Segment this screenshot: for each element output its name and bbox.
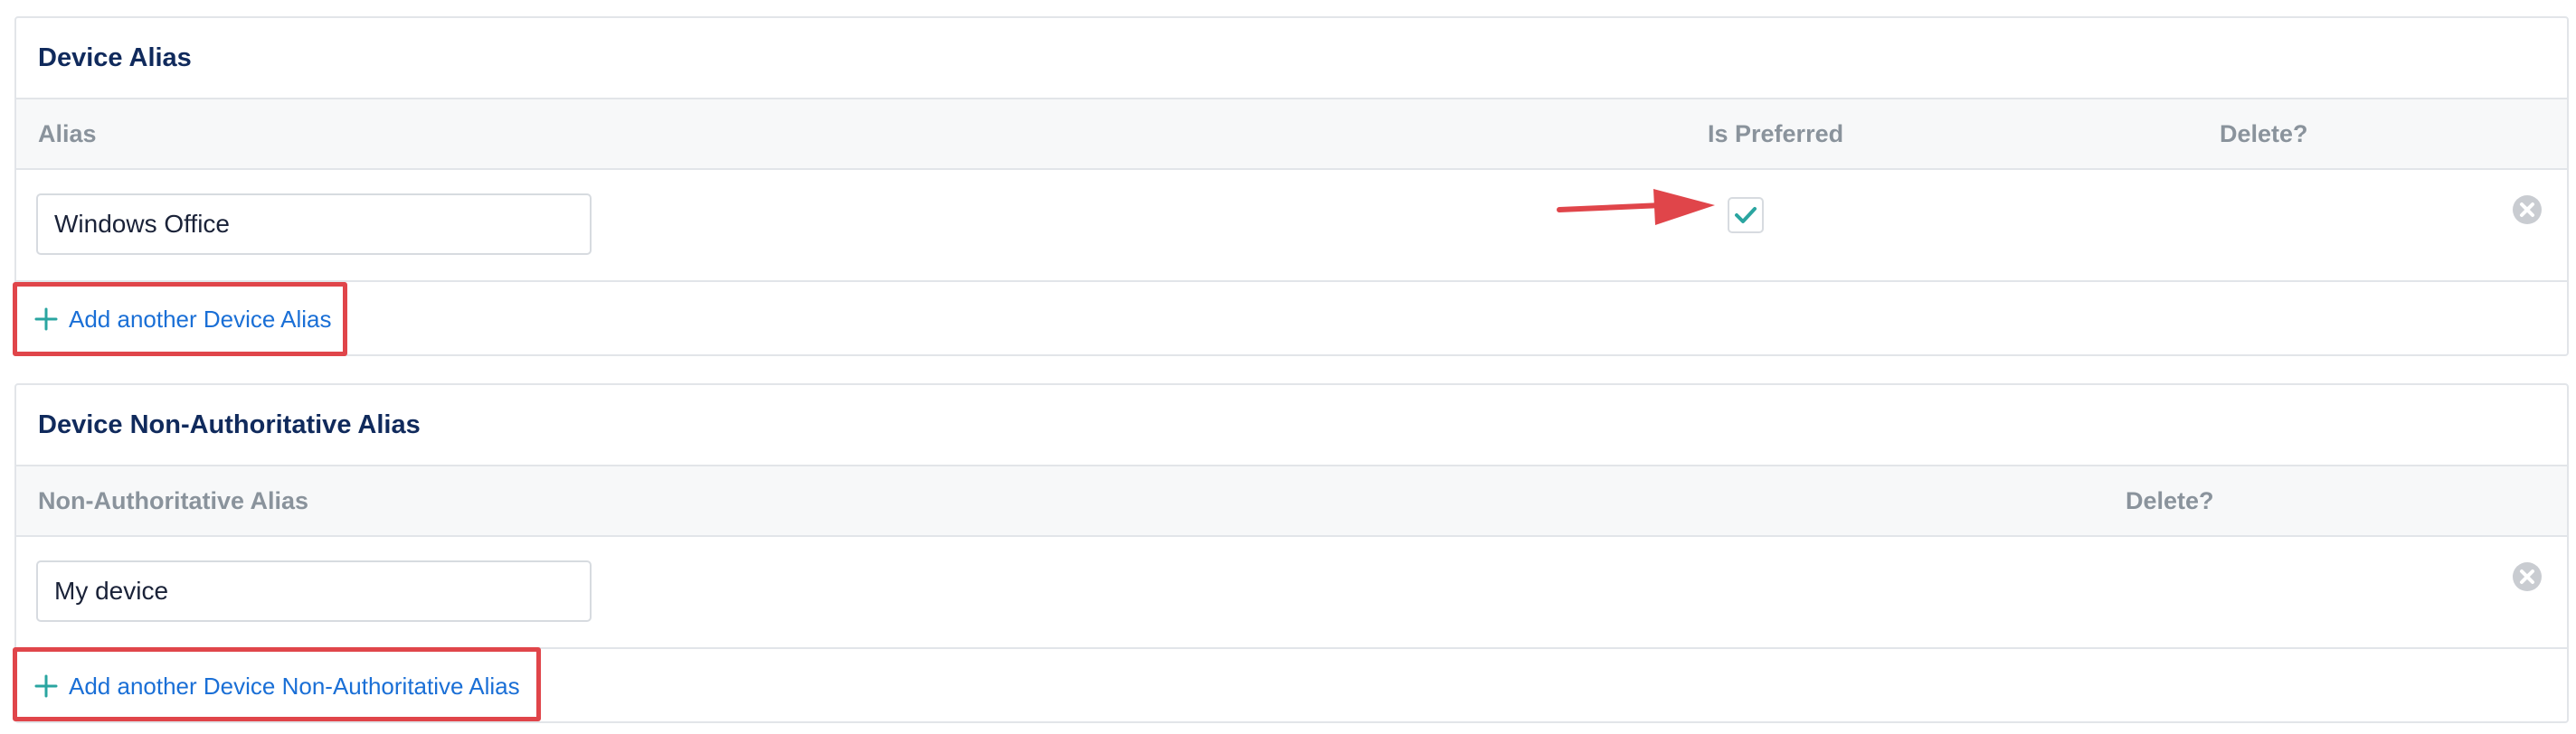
column-header-is-preferred: Is Preferred [1708, 120, 1844, 147]
device-alias-panel: Device Alias Alias Is Preferred Delete? … [14, 16, 2569, 356]
device-alias-title: Device Alias [38, 43, 192, 72]
table-row [16, 537, 2567, 649]
device-alias-table-header: Alias Is Preferred Delete? [16, 98, 2567, 170]
add-non-authoritative-alias-link[interactable]: Add another Device Non-Authoritative Ali… [16, 649, 520, 723]
plus-icon [34, 674, 58, 698]
delete-alias-button[interactable] [2511, 193, 2543, 226]
add-non-authoritative-alias-label: Add another Device Non-Authoritative Ali… [69, 672, 520, 700]
close-circle-icon [2513, 195, 2542, 224]
non-authoritative-alias-table-header: Non-Authoritative Alias Delete? [16, 465, 2567, 537]
checkmark-icon [1735, 207, 1757, 223]
close-circle-icon [2513, 562, 2542, 591]
column-header-delete: Delete? [2126, 487, 2214, 514]
plus-icon [34, 307, 58, 331]
non-authoritative-alias-input[interactable] [36, 560, 592, 622]
column-header-delete: Delete? [2220, 120, 2308, 147]
non-authoritative-alias-title: Device Non-Authoritative Alias [38, 410, 421, 439]
non-authoritative-alias-panel: Device Non-Authoritative Alias Non-Autho… [14, 383, 2569, 723]
add-device-alias-link[interactable]: Add another Device Alias [16, 282, 332, 356]
red-arrow-icon [1557, 189, 1715, 225]
alias-input[interactable] [36, 193, 592, 255]
column-header-non-authoritative-alias: Non-Authoritative Alias [38, 487, 309, 514]
delete-non-authoritative-alias-button[interactable] [2511, 560, 2543, 593]
add-device-alias-label: Add another Device Alias [69, 305, 332, 333]
column-header-alias: Alias [38, 120, 97, 147]
table-row [16, 170, 2567, 282]
is-preferred-checkbox[interactable] [1728, 197, 1764, 233]
